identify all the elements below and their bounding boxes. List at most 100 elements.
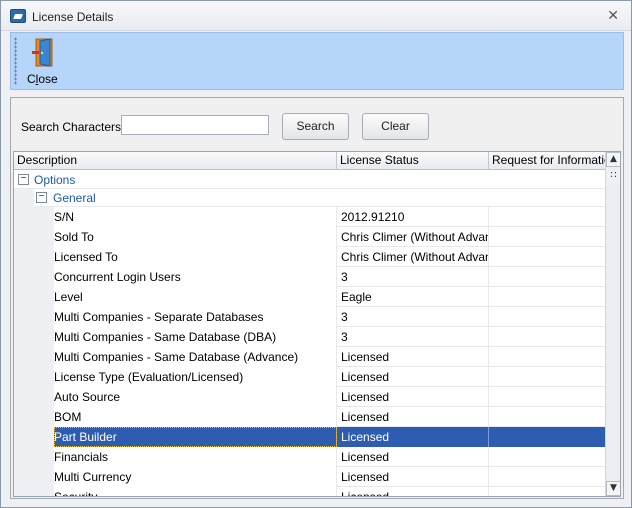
cell-request-info[interactable] — [489, 207, 606, 227]
cell-license-status[interactable]: 3 — [337, 307, 489, 327]
indent-gutter — [14, 307, 34, 327]
cell-license-status[interactable]: Licensed — [337, 447, 489, 467]
cell-description[interactable]: Level — [54, 287, 337, 307]
cell-request-info[interactable] — [489, 387, 606, 407]
cell-license-status[interactable]: Licensed — [337, 407, 489, 427]
table-row[interactable]: Sold To Chris Climer (Without Advance — [14, 227, 606, 247]
cell-license-status[interactable]: Chris Climer (Without Advance — [337, 247, 489, 267]
indent-gutter — [14, 207, 34, 227]
table-row[interactable]: Multi Currency Licensed — [14, 467, 606, 487]
cell-license-status[interactable]: Licensed — [337, 467, 489, 487]
cell-description[interactable]: Concurrent Login Users — [54, 267, 337, 287]
cell-license-status[interactable]: 3 — [337, 267, 489, 287]
group-row-options[interactable]: − Options — [14, 171, 606, 189]
search-button[interactable]: Search — [282, 113, 349, 140]
search-input[interactable] — [121, 115, 269, 135]
cell-description[interactable]: Security — [54, 487, 337, 496]
cell-description[interactable]: Financials — [54, 447, 337, 467]
table-row[interactable]: Auto Source Licensed — [14, 387, 606, 407]
table-row[interactable]: BOM Licensed — [14, 407, 606, 427]
exit-door-icon — [32, 38, 53, 67]
table-row[interactable]: Multi Companies - Separate Databases 3 — [14, 307, 606, 327]
cell-description[interactable]: Multi Companies - Same Database (Advance… — [54, 347, 337, 367]
cell-request-info[interactable] — [489, 367, 606, 387]
indent-gutter — [34, 307, 54, 327]
cell-description[interactable]: S/N — [54, 207, 337, 227]
indent-gutter — [14, 447, 34, 467]
cell-request-info[interactable] — [489, 227, 606, 247]
table-row[interactable]: Security Licensed — [14, 487, 606, 496]
cell-license-status[interactable]: Licensed — [337, 367, 489, 387]
indent-gutter — [14, 347, 34, 367]
column-header-request-info[interactable]: Request for Information — [489, 152, 606, 170]
cell-description[interactable]: Multi Companies - Separate Databases — [54, 307, 337, 327]
window-title: License Details — [32, 10, 114, 24]
cell-license-status[interactable]: 3 — [337, 327, 489, 347]
table-row[interactable]: Multi Companies - Same Database (Advance… — [14, 347, 606, 367]
table-row[interactable]: Concurrent Login Users 3 — [14, 267, 606, 287]
cell-license-status[interactable]: Eagle — [337, 287, 489, 307]
indent-gutter — [14, 267, 34, 287]
table-row[interactable]: Licensed To Chris Climer (Without Advance — [14, 247, 606, 267]
column-header-license-status[interactable]: License Status — [337, 152, 489, 170]
table-row[interactable]: S/N 2012.91210 — [14, 207, 606, 227]
close-button[interactable]: Close — [23, 35, 59, 89]
cell-license-status[interactable]: Licensed — [337, 427, 489, 447]
cell-description[interactable]: Auto Source — [54, 387, 337, 407]
table-row[interactable]: Financials Licensed — [14, 447, 606, 467]
indent-gutter — [14, 467, 34, 487]
cell-description[interactable]: Part Builder — [54, 427, 337, 447]
cell-request-info[interactable] — [489, 247, 606, 267]
clear-button[interactable]: Clear — [362, 113, 429, 140]
table-row[interactable]: Multi Companies - Same Database (DBA) 3 — [14, 327, 606, 347]
cell-description[interactable]: Licensed To — [54, 247, 337, 267]
cell-request-info[interactable] — [489, 487, 606, 496]
collapse-icon[interactable]: − — [18, 174, 29, 185]
table-row[interactable]: License Type (Evaluation/Licensed) Licens… — [14, 367, 606, 387]
indent-gutter — [34, 207, 54, 227]
indent-gutter — [14, 189, 34, 207]
group-label: Options — [34, 173, 76, 187]
indent-gutter — [34, 427, 54, 447]
cell-request-info[interactable] — [489, 327, 606, 347]
cell-license-status[interactable]: Licensed — [337, 347, 489, 367]
cell-request-info[interactable] — [489, 447, 606, 467]
title-bar: License Details ✕ — [1, 1, 631, 31]
cell-request-info[interactable] — [489, 467, 606, 487]
cell-request-info[interactable] — [489, 347, 606, 367]
cell-request-info[interactable] — [489, 407, 606, 427]
license-grid: Description License Status Request for I… — [13, 151, 621, 497]
cell-request-info[interactable] — [489, 307, 606, 327]
cell-license-status[interactable]: Licensed — [337, 487, 489, 496]
group-row-general[interactable]: − General — [14, 189, 606, 207]
cell-request-info[interactable] — [489, 287, 606, 307]
cell-description[interactable]: BOM — [54, 407, 337, 427]
toolbar-grip-icon[interactable] — [14, 37, 17, 85]
indent-gutter — [14, 407, 34, 427]
cell-description[interactable]: License Type (Evaluation/Licensed) — [54, 367, 337, 387]
indent-gutter — [14, 247, 34, 267]
grid-header: Description License Status Request for I… — [14, 152, 606, 170]
cell-license-status[interactable]: 2012.91210 — [337, 207, 489, 227]
column-header-description[interactable]: Description — [14, 152, 337, 170]
cell-license-status[interactable]: Chris Climer (Without Advance — [337, 227, 489, 247]
cell-request-info[interactable] — [489, 267, 606, 287]
license-panel: Search Characters : Search Clear Descrip… — [10, 97, 624, 499]
cell-description[interactable]: Multi Companies - Same Database (DBA) — [54, 327, 337, 347]
vertical-scrollbar[interactable]: ▲ ∷ ▼ — [605, 152, 620, 496]
cell-description[interactable]: Sold To — [54, 227, 337, 247]
scroll-up-icon[interactable]: ▲ — [606, 152, 620, 167]
scroll-thumb-icon[interactable]: ∷ — [606, 170, 620, 183]
cell-request-info[interactable] — [489, 427, 606, 447]
window-close-icon[interactable]: ✕ — [607, 8, 619, 24]
search-label: Search Characters : — [21, 120, 128, 134]
scroll-down-icon[interactable]: ▼ — [606, 481, 620, 496]
table-row[interactable]: Part Builder Licensed — [14, 427, 606, 447]
cell-description[interactable]: Multi Currency — [54, 467, 337, 487]
cell-license-status[interactable]: Licensed — [337, 387, 489, 407]
app-icon — [10, 9, 26, 23]
indent-gutter — [34, 467, 54, 487]
indent-gutter — [34, 487, 54, 496]
collapse-icon[interactable]: − — [36, 192, 47, 203]
table-row[interactable]: Level Eagle — [14, 287, 606, 307]
